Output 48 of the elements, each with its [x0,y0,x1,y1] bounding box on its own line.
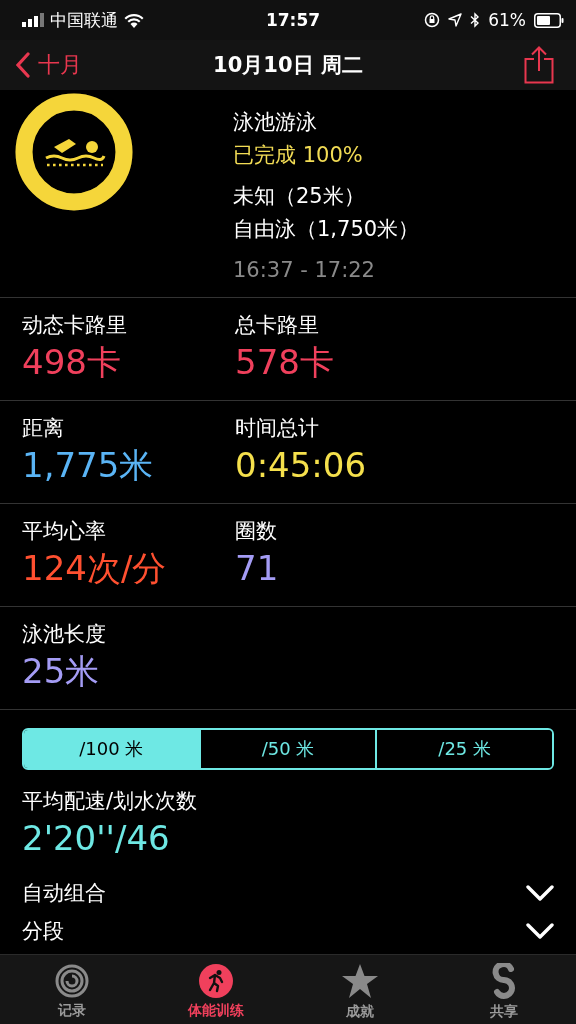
unit-segment[interactable]: /100 米 [24,730,199,768]
battery-icon [534,12,564,28]
chevron-icon[interactable] [526,922,554,940]
battery-percent: 61% [488,10,526,30]
tab-item[interactable]: 记录 [0,955,144,1024]
unit-segment[interactable]: /25 米 [375,730,552,768]
metric-value: 124次/分 [22,547,167,590]
bluetooth-icon [470,12,481,28]
metric-label: 时间总计 [235,415,319,442]
tab-item[interactable]: 体能训练 [144,955,288,1024]
tab-item[interactable]: 成就 [288,955,432,1024]
swimmer-icon [45,139,106,167]
carrier-name: 中国联通 [50,8,118,32]
metric-label: 总卡路里 [235,312,319,339]
back-button[interactable]: 十月 [16,50,82,80]
metric-value: 71 [235,547,279,590]
screen-title: 10月10日 周二 [213,52,363,79]
wifi-icon [124,12,144,28]
workout-detail: 自由泳（1,750米） [233,216,420,243]
location-icon [448,13,463,27]
time-range: 16:37 - 17:22 [233,257,376,284]
back-chevron-icon [16,52,30,78]
completion-text: 已完成 100% [233,142,364,169]
signal-icon [22,13,44,27]
rings-icon [55,963,89,998]
metric-value: 498卡 [22,341,121,384]
metric-value: 25米 [22,650,100,693]
tab-item[interactable]: 共享 [432,955,576,1024]
metric-label: 平均心率 [22,518,106,545]
metric-label: 动态卡路里 [22,312,127,339]
metric-label: 圈数 [235,518,277,545]
share-icon[interactable] [524,46,554,84]
metric-value: 0:45:06 [235,444,367,487]
runner-icon [199,963,233,998]
workout-detail: 未知（25米） [233,183,366,210]
star-icon [341,962,379,999]
metric-label: 泳池长度 [22,621,106,648]
chevron-icon[interactable] [526,884,554,902]
section-title[interactable]: 分段 [22,917,64,945]
pace-value: 2'20''/46 [22,817,171,860]
section-title[interactable]: 自动组合 [22,879,106,907]
rotation-lock-icon [424,12,441,28]
workout-name: 泳池游泳 [233,109,318,136]
clock: 17:57 [265,10,321,30]
pace-label: 平均配速/划水次数 [22,788,199,815]
metric-label: 距离 [22,415,64,442]
metric-value: 578卡 [235,341,334,384]
metric-value: 1,775米 [22,444,154,487]
